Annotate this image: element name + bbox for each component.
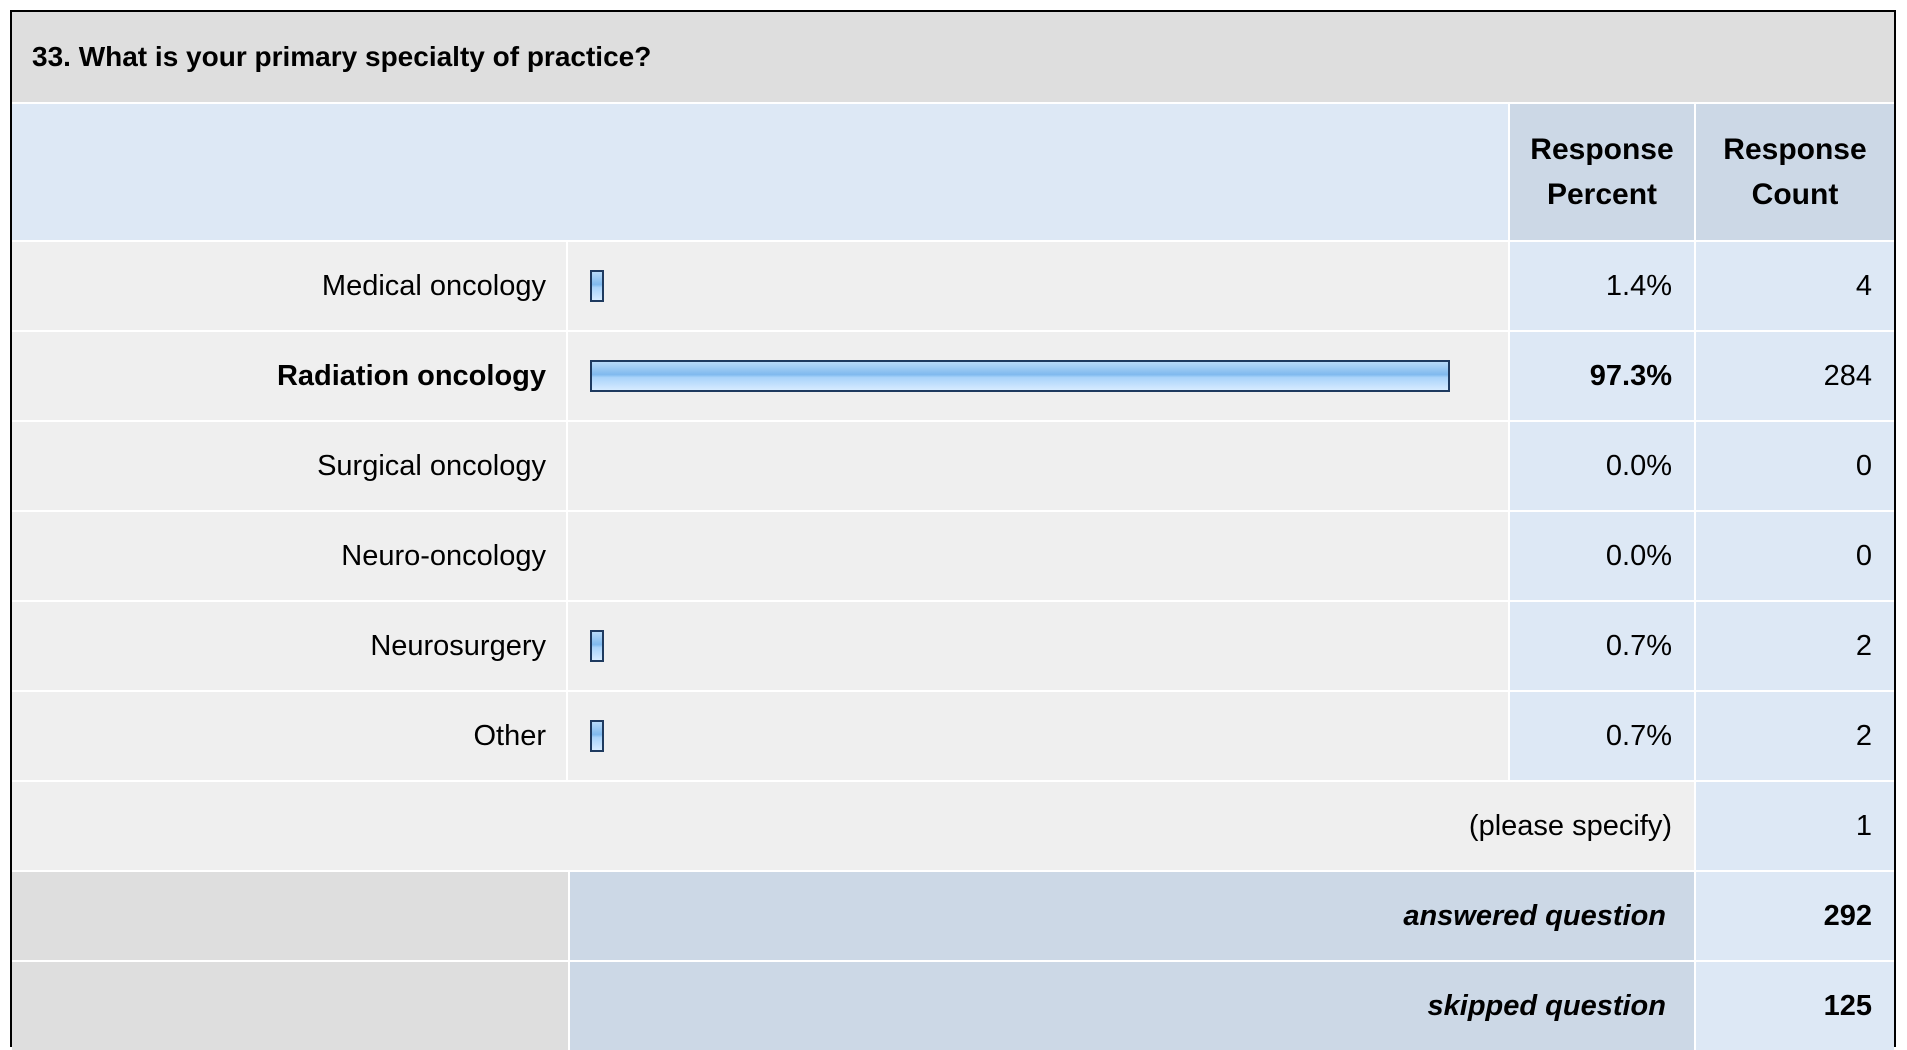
skipped-value: 125 <box>1694 960 1894 1050</box>
count-label: 0 <box>1694 510 1894 600</box>
skipped-blank <box>12 960 568 1050</box>
percent-label: 97.3% <box>1508 330 1694 420</box>
bar-cell <box>568 240 1508 330</box>
percent-label: 0.7% <box>1508 690 1694 780</box>
question-title: 33. What is your primary specialty of pr… <box>12 12 1894 104</box>
bar <box>590 630 604 662</box>
bar-cell <box>568 420 1508 510</box>
bar-cell <box>568 330 1508 420</box>
response-percent-header: Response Percent <box>1508 104 1694 240</box>
count-label: 284 <box>1694 330 1894 420</box>
category-label: Other <box>12 690 568 780</box>
answered-blank <box>12 870 568 960</box>
table-row: Neurosurgery 0.7% 2 <box>12 600 1894 690</box>
bar-cell <box>568 600 1508 690</box>
bar-cell <box>568 690 1508 780</box>
category-label: Surgical oncology <box>12 420 568 510</box>
bar-cell <box>568 510 1508 600</box>
please-specify-count: 1 <box>1694 780 1894 870</box>
table-row: Medical oncology 1.4% 4 <box>12 240 1894 330</box>
table-row: Neuro-oncology 0.0% 0 <box>12 510 1894 600</box>
table-row: Other 0.7% 2 <box>12 690 1894 780</box>
please-specify-label[interactable]: (please specify) <box>12 780 1694 870</box>
bar <box>590 270 604 302</box>
table-row: Radiation oncology 97.3% 284 <box>12 330 1894 420</box>
survey-question-panel: 33. What is your primary specialty of pr… <box>10 10 1896 1050</box>
bar <box>590 720 604 752</box>
header-blank <box>12 104 1508 240</box>
skipped-row: skipped question 125 <box>12 960 1894 1050</box>
percent-label: 0.0% <box>1508 510 1694 600</box>
table-header: Response Percent Response Count <box>12 104 1894 240</box>
count-label: 0 <box>1694 420 1894 510</box>
answered-label: answered question <box>568 870 1694 960</box>
table-row: Surgical oncology 0.0% 0 <box>12 420 1894 510</box>
category-label: Medical oncology <box>12 240 568 330</box>
answered-row: answered question 292 <box>12 870 1894 960</box>
category-label: Radiation oncology <box>12 330 568 420</box>
count-label: 2 <box>1694 600 1894 690</box>
count-label: 2 <box>1694 690 1894 780</box>
percent-label: 0.7% <box>1508 600 1694 690</box>
category-label: Neuro-oncology <box>12 510 568 600</box>
category-label: Neurosurgery <box>12 600 568 690</box>
please-specify-row: (please specify) 1 <box>12 780 1894 870</box>
response-count-header: Response Count <box>1694 104 1894 240</box>
skipped-label: skipped question <box>568 960 1694 1050</box>
count-label: 4 <box>1694 240 1894 330</box>
bar <box>590 360 1450 392</box>
percent-label: 1.4% <box>1508 240 1694 330</box>
percent-label: 0.0% <box>1508 420 1694 510</box>
answered-value: 292 <box>1694 870 1894 960</box>
